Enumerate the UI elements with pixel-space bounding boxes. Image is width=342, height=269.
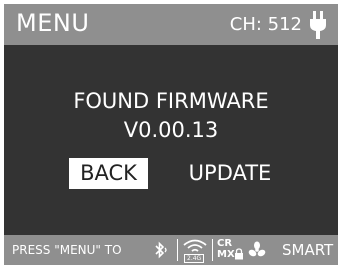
crmx-icon-bottom: MX [217, 249, 235, 260]
firmware-found-message: FOUND FIRMWARE [73, 89, 269, 113]
status-footer: PRESS "MENU" TO 2.4G CR MX SMART [4, 235, 338, 265]
smart-mode-label: SMART [282, 241, 334, 259]
footer-hint: PRESS "MENU" TO [12, 243, 122, 257]
wifi-2.4g-icon [183, 239, 207, 252]
firmware-dialog: FOUND FIRMWARE V0.00.13 BACK UPDATE [4, 45, 338, 235]
menu-title[interactable]: MENU [16, 9, 89, 37]
fan-icon [248, 241, 266, 257]
back-button[interactable]: BACK [69, 158, 148, 189]
footer-separator [177, 239, 178, 261]
update-button[interactable]: UPDATE [180, 158, 280, 189]
header-bar: MENU CH: 512 [4, 4, 338, 45]
wifi-band-badge: 2.4G [184, 254, 205, 263]
device-screen: MENU CH: 512 FOUND FIRMWARE V0.00.13 BAC… [4, 4, 338, 265]
channel-indicator: CH: 512 [229, 14, 302, 35]
bluetooth-icon [155, 241, 167, 259]
lock-icon [235, 248, 243, 260]
footer-separator [212, 239, 213, 261]
crmx-icon-top: CR [217, 238, 233, 249]
firmware-version: V0.00.13 [123, 118, 219, 142]
plug-icon [310, 11, 326, 39]
